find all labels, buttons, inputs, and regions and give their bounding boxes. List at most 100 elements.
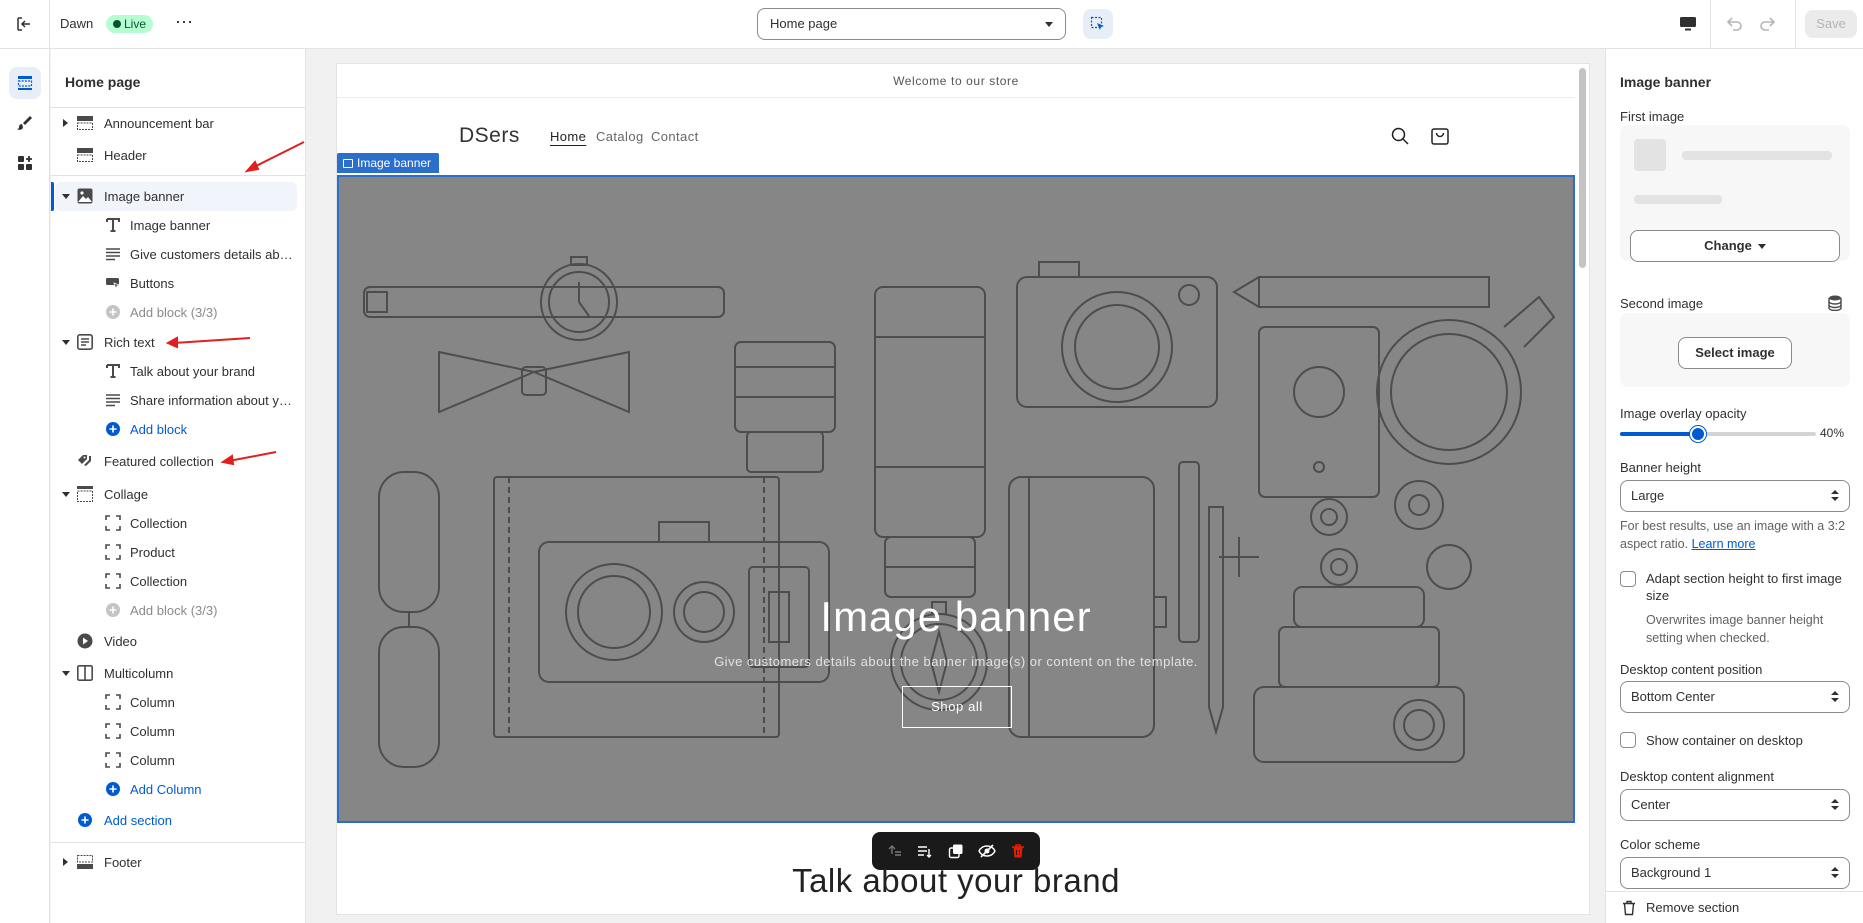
- page-selector[interactable]: Home page: [757, 8, 1066, 40]
- text-heading-icon: [104, 362, 122, 380]
- expand-icon[interactable]: [63, 858, 68, 866]
- hide-button[interactable]: [974, 838, 1000, 864]
- more-actions-button[interactable]: ⋯: [170, 12, 198, 36]
- section-footer[interactable]: Footer: [55, 848, 297, 877]
- adapt-height-label: Adapt section height to first image size: [1646, 571, 1842, 603]
- section-featured-collection[interactable]: Featured collection: [55, 447, 297, 476]
- select-arrows-icon: [1831, 867, 1839, 879]
- text-paragraph-icon: [104, 245, 122, 263]
- section-multicolumn[interactable]: Multicolumn: [55, 659, 297, 688]
- inspector-toggle-button[interactable]: [1083, 9, 1113, 39]
- show-container-checkbox[interactable]: [1620, 732, 1636, 748]
- block-text[interactable]: Share information about your brand with …: [55, 386, 297, 415]
- block-label: Column: [130, 753, 175, 768]
- add-block-button[interactable]: Add block: [55, 415, 297, 444]
- database-icon[interactable]: [1828, 295, 1844, 311]
- desktop-position-select[interactable]: Bottom Center: [1620, 681, 1850, 713]
- text-heading-icon: [104, 216, 122, 234]
- banner-heading: Image banner: [820, 593, 1092, 640]
- block-column[interactable]: Column: [55, 688, 297, 717]
- nav-link-contact[interactable]: Contact: [651, 129, 699, 144]
- add-block-button[interactable]: Add block (3/3): [55, 596, 297, 625]
- sections-icon: [17, 76, 33, 90]
- block-column[interactable]: Column: [55, 717, 297, 746]
- change-image-button[interactable]: Change: [1630, 230, 1840, 262]
- image-banner-section[interactable]: Image banner Give customers details abou…: [337, 175, 1575, 823]
- collapse-icon[interactable]: [62, 340, 70, 345]
- color-scheme-select[interactable]: Background 1: [1620, 857, 1850, 889]
- block-column[interactable]: Column: [55, 746, 297, 775]
- collapse-icon[interactable]: [62, 194, 70, 199]
- undo-button[interactable]: [1720, 12, 1748, 36]
- block-label: Buttons: [130, 276, 175, 291]
- add-block-button[interactable]: Add block (3/3): [55, 298, 297, 327]
- section-image-banner[interactable]: Image banner: [51, 182, 297, 211]
- desktop-alignment-label: Desktop content alignment: [1620, 769, 1774, 784]
- delete-button[interactable]: [1005, 838, 1031, 864]
- banner-height-label: Banner height: [1620, 460, 1701, 475]
- block-heading[interactable]: Image banner: [55, 211, 297, 240]
- banner-height-select[interactable]: Large: [1620, 480, 1850, 512]
- cart-icon[interactable]: [1428, 124, 1452, 148]
- block-heading[interactable]: Talk about your brand: [55, 357, 297, 386]
- block-text[interactable]: Give customers details about the banner …: [55, 240, 297, 269]
- live-badge: Live: [106, 15, 154, 33]
- block-product[interactable]: Product: [55, 538, 297, 567]
- section-rich-text[interactable]: Rich text: [55, 328, 297, 357]
- search-icon[interactable]: [1388, 124, 1412, 148]
- desktop-alignment-select[interactable]: Center: [1620, 789, 1850, 821]
- apps-icon: [18, 156, 32, 170]
- block-collection[interactable]: Collection: [55, 509, 297, 538]
- nav-link-catalog[interactable]: Catalog: [596, 129, 644, 144]
- plus-circle-icon: [76, 811, 94, 829]
- desktop-preview-button[interactable]: [1674, 12, 1702, 36]
- section-header[interactable]: Header: [55, 141, 297, 170]
- redo-button[interactable]: [1754, 12, 1782, 36]
- banner-text: Give customers details about the banner …: [714, 654, 1198, 669]
- collage-icon: [76, 485, 94, 503]
- store-logo[interactable]: DSers: [459, 124, 520, 148]
- section-sidebar: Home page Announcement bar Header Image …: [51, 49, 306, 923]
- overlay-opacity-label: Image overlay opacity: [1620, 406, 1747, 421]
- left-rail: [0, 49, 50, 923]
- move-up-button[interactable]: [881, 838, 907, 864]
- add-section-button[interactable]: Add section: [55, 806, 297, 835]
- store-preview[interactable]: Welcome to our store DSers Home Catalog …: [336, 63, 1590, 915]
- sections-tab[interactable]: [9, 67, 41, 99]
- preview-scrollbar[interactable]: [1579, 68, 1586, 268]
- section-announcement-bar[interactable]: Announcement bar: [55, 109, 297, 138]
- section-collage[interactable]: Collage: [55, 480, 297, 509]
- button-icon: [104, 274, 122, 292]
- overlay-opacity-slider-thumb[interactable]: [1690, 426, 1706, 442]
- plus-circle-icon: [104, 303, 122, 321]
- collapse-icon[interactable]: [62, 492, 70, 497]
- apps-tab[interactable]: [9, 147, 41, 179]
- duplicate-button[interactable]: [943, 838, 969, 864]
- move-up-icon: [888, 845, 901, 856]
- block-label: Talk about your brand: [130, 364, 256, 379]
- sidebar-title: Home page: [65, 74, 141, 90]
- skeleton-line: [1634, 195, 1722, 204]
- banner-height-help: For best results, use an image with a 3:…: [1620, 517, 1850, 553]
- expand-icon[interactable]: [63, 119, 68, 127]
- remove-section-button[interactable]: Remove section: [1606, 891, 1863, 923]
- block-buttons[interactable]: Buttons: [55, 269, 297, 298]
- block-collection[interactable]: Collection: [55, 567, 297, 596]
- save-button[interactable]: Save: [1805, 10, 1857, 38]
- section-video[interactable]: Video: [55, 627, 297, 656]
- section-label: Video: [104, 634, 138, 649]
- nav-link-home[interactable]: Home: [550, 129, 586, 144]
- block-label: Share information about your brand with …: [130, 393, 295, 408]
- select-image-button[interactable]: Select image: [1678, 337, 1792, 369]
- frame-icon: [104, 543, 122, 561]
- shop-all-button[interactable]: Shop all: [902, 686, 1012, 728]
- banner-height-value: Large: [1631, 488, 1665, 503]
- theme-settings-tab[interactable]: [9, 107, 41, 139]
- move-down-button[interactable]: [912, 838, 938, 864]
- add-section-label: Add section: [104, 813, 172, 828]
- exit-icon[interactable]: [10, 12, 38, 36]
- adapt-height-checkbox[interactable]: [1620, 571, 1636, 587]
- collapse-icon[interactable]: [62, 671, 70, 676]
- add-column-button[interactable]: Add Column: [55, 775, 297, 804]
- learn-more-link[interactable]: Learn more: [1692, 537, 1756, 551]
